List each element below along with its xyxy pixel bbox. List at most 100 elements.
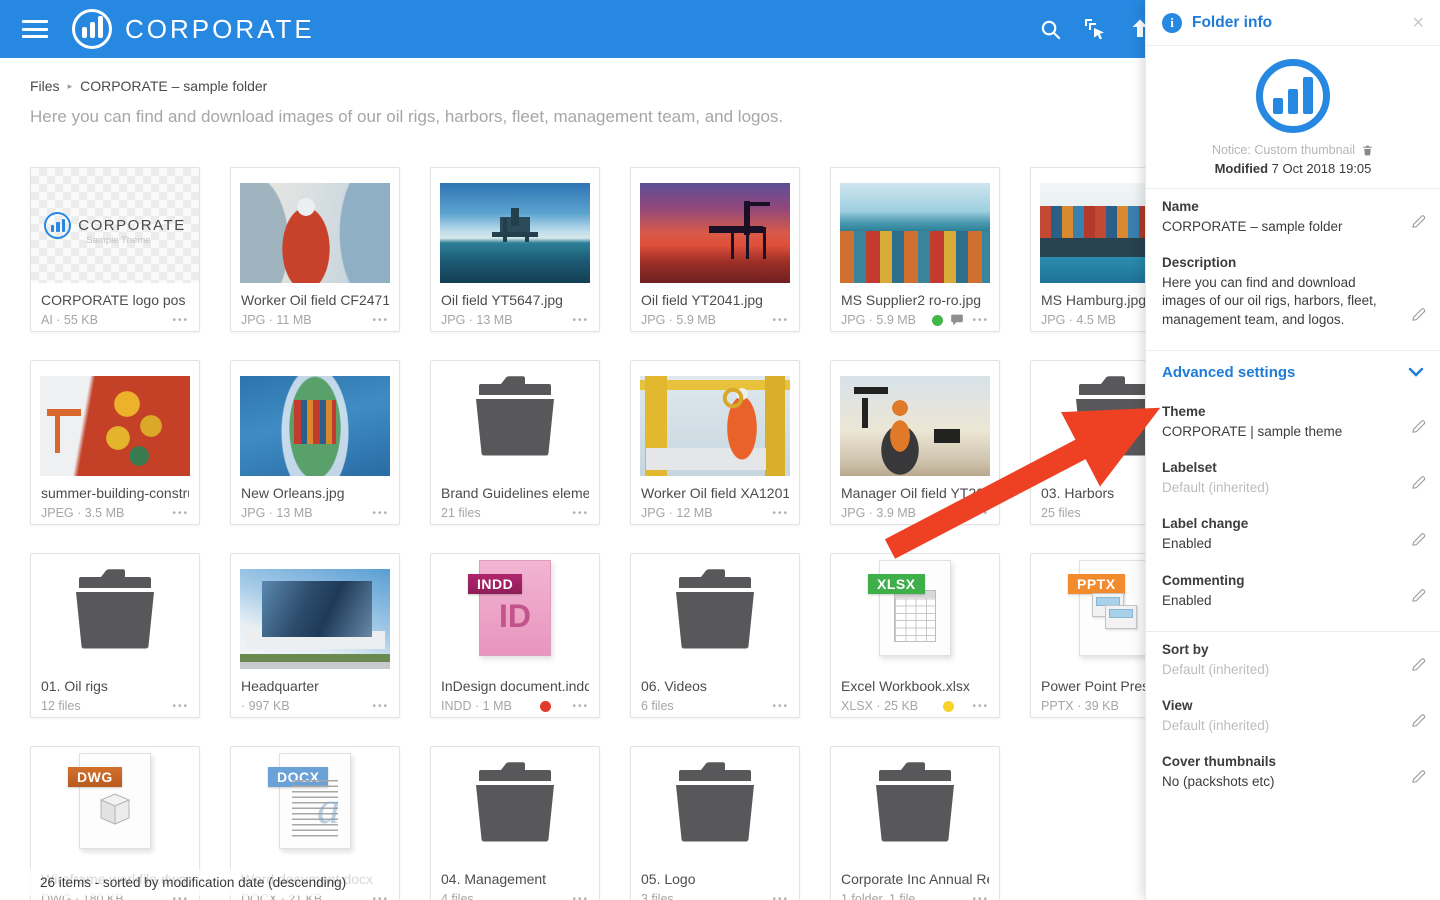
more-menu-icon[interactable]: ••• <box>972 508 989 519</box>
file-card[interactable]: Corporate Inc Annual Report1 folder, 1 f… <box>830 746 1000 900</box>
folder-icon <box>465 760 565 844</box>
file-title: summer-building-construction <box>41 485 189 501</box>
more-menu-icon[interactable]: ••• <box>972 315 989 326</box>
file-card[interactable]: New Orleans.jpgJPG · 13 MB••• <box>230 360 400 525</box>
breadcrumb-root-link[interactable]: Files <box>30 78 60 94</box>
file-title: Brand Guidelines elements <box>441 485 589 501</box>
file-title: Oil field YT2041.jpg <box>641 292 789 308</box>
card-thumbnail <box>831 361 999 476</box>
more-menu-icon[interactable]: ••• <box>972 701 989 712</box>
edit-pencil-icon[interactable] <box>1410 418 1427 440</box>
panel-field-label-change: Label changeEnabled <box>1146 506 1440 562</box>
file-card[interactable]: Manager Oil field YT2041JPG · 3.9 MB••• <box>830 360 1000 525</box>
panel-fields-advanced: ThemeCORPORATE | sample themeLabelsetDef… <box>1146 394 1440 619</box>
file-card[interactable]: 06. Videos6 files••• <box>630 553 800 718</box>
field-label: Theme <box>1162 404 1424 419</box>
trash-icon[interactable] <box>1361 144 1374 157</box>
card-thumbnail: PPTX <box>1031 554 1145 669</box>
edit-pencil-icon[interactable] <box>1410 531 1427 553</box>
card-thumbnail <box>231 361 399 476</box>
edit-pencil-icon[interactable] <box>1410 768 1427 790</box>
more-menu-icon[interactable]: ••• <box>372 701 389 712</box>
file-title: MS Supplier2 ro-ro.jpg <box>841 292 989 308</box>
edit-pencil-icon[interactable] <box>1410 306 1427 328</box>
more-menu-icon[interactable]: ••• <box>372 508 389 519</box>
advanced-settings-toggle[interactable]: Advanced settings <box>1146 351 1440 394</box>
document-icon: XLSX <box>879 560 951 656</box>
breadcrumb-separator-icon: ▸ <box>68 81 73 92</box>
edit-pencil-icon[interactable] <box>1410 656 1427 678</box>
corporate-logo-icon <box>44 212 71 239</box>
more-menu-icon[interactable]: ••• <box>772 894 789 900</box>
file-card[interactable]: MS Hamburg.jpgJPG · 4.5 MB••• <box>1030 167 1145 332</box>
file-meta: INDD · 1 MB <box>441 699 512 713</box>
more-menu-icon[interactable]: ••• <box>772 701 789 712</box>
card-thumbnail <box>431 168 599 283</box>
more-menu-icon[interactable]: ••• <box>172 508 189 519</box>
file-card[interactable]: Headquarter· 997 KB••• <box>230 553 400 718</box>
file-card[interactable]: Brand Guidelines elements21 files••• <box>430 360 600 525</box>
more-menu-icon[interactable]: ••• <box>372 315 389 326</box>
comment-icon[interactable] <box>950 314 964 327</box>
edit-pencil-icon[interactable] <box>1410 213 1427 235</box>
more-menu-icon[interactable]: ••• <box>572 508 589 519</box>
file-card[interactable]: 01. Oil rigs12 files••• <box>30 553 200 718</box>
file-card[interactable]: 04. Management4 files••• <box>430 746 600 900</box>
file-card[interactable]: 05. Logo3 files••• <box>630 746 800 900</box>
file-meta-row: 6 files••• <box>641 699 789 713</box>
file-title: Excel Workbook.xlsx <box>841 678 989 694</box>
folder-icon <box>65 567 165 651</box>
breadcrumb: Files ▸ CORPORATE – sample folder <box>30 78 1145 94</box>
file-card[interactable]: INDDIDInDesign document.inddINDD · 1 MB•… <box>430 553 600 718</box>
label-dot-yellow <box>943 701 954 712</box>
file-title: 04. Management <box>441 871 589 887</box>
advanced-settings-label: Advanced settings <box>1162 364 1295 381</box>
more-menu-icon[interactable]: ••• <box>172 701 189 712</box>
more-menu-icon[interactable]: ••• <box>772 508 789 519</box>
field-value: Default (inherited) <box>1162 479 1424 497</box>
more-menu-icon[interactable]: ••• <box>572 701 589 712</box>
photo-thumbnail <box>840 183 990 283</box>
field-label: Labelset <box>1162 460 1424 475</box>
file-card[interactable]: summer-building-construction JPEG · 3.5 M… <box>30 360 200 525</box>
file-card[interactable]: Worker Oil field CF2471.jpgJPG · 11 MB••… <box>230 167 400 332</box>
card-thumbnail <box>631 747 799 862</box>
file-title: Corporate Inc Annual Report <box>841 871 989 887</box>
file-card[interactable]: XLSX Excel Workbook.xlsx XLSX · 25 KB••• <box>830 553 1000 718</box>
file-title: MS Hamburg.jpg <box>1041 292 1145 308</box>
file-meta-row: XLSX · 25 KB••• <box>841 699 989 713</box>
edit-pencil-icon[interactable] <box>1410 587 1427 609</box>
edit-pencil-icon[interactable] <box>1410 474 1427 496</box>
file-title: Headquarter <box>241 678 389 694</box>
file-type-badge: INDD <box>468 574 522 594</box>
more-menu-icon[interactable]: ••• <box>772 315 789 326</box>
photo-thumbnail <box>840 376 990 476</box>
modified-value: 7 Oct 2018 19:05 <box>1272 161 1372 176</box>
file-card[interactable]: CORPORATESample ThemeCORPORATE logo pos … <box>30 167 200 332</box>
card-thumbnail: DWG <box>31 747 199 862</box>
search-icon[interactable] <box>1038 17 1062 41</box>
more-menu-icon[interactable]: ••• <box>572 315 589 326</box>
file-meta: JPEG · 3.5 MB <box>41 506 124 520</box>
file-card[interactable]: Oil field YT2041.jpgJPG · 5.9 MB••• <box>630 167 800 332</box>
file-title: Worker Oil field XA1201.jpg <box>641 485 789 501</box>
close-icon[interactable]: × <box>1412 13 1424 33</box>
field-value: Default (inherited) <box>1162 661 1424 679</box>
file-card[interactable]: MS Supplier2 ro-ro.jpgJPG · 5.9 MB••• <box>830 167 1000 332</box>
folder-info-panel: i Folder info × Notice: Custom thumbnail… <box>1145 0 1440 900</box>
chevron-down-icon <box>1408 367 1424 377</box>
file-card[interactable]: Worker Oil field XA1201.jpgJPG · 12 MB••… <box>630 360 800 525</box>
file-card[interactable]: Oil field YT5647.jpgJPG · 13 MB••• <box>430 167 600 332</box>
file-card[interactable]: PPTXPower Point PresentationPPTX · 39 KB… <box>1030 553 1145 718</box>
file-meta-row: 3 files••• <box>641 892 789 900</box>
edit-pencil-icon[interactable] <box>1410 712 1427 734</box>
menu-icon[interactable] <box>22 16 48 43</box>
more-menu-icon[interactable]: ••• <box>972 894 989 900</box>
file-meta: JPG · 4.5 MB <box>1041 313 1116 327</box>
logo-thumb-subtitle: Sample Theme <box>86 235 150 246</box>
multi-select-icon[interactable] <box>1083 17 1107 41</box>
more-menu-icon[interactable]: ••• <box>572 894 589 900</box>
more-menu-icon[interactable]: ••• <box>172 315 189 326</box>
file-card[interactable]: 03. Harbors25 files••• <box>1030 360 1145 525</box>
file-type-badge: XLSX <box>868 574 925 594</box>
